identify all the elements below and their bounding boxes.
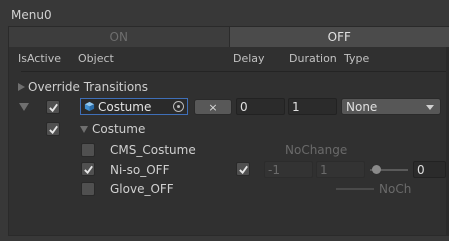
check-icon — [83, 165, 93, 174]
remove-entry-button[interactable]: × — [194, 99, 232, 115]
child-foldout[interactable]: Costume — [80, 122, 145, 136]
child-value-field[interactable]: 0 — [413, 161, 446, 178]
child-foldout-label: Costume — [92, 122, 146, 136]
child-name: CMS_Costume — [110, 143, 196, 157]
object-field[interactable]: Costume — [80, 98, 188, 115]
header-divider — [21, 71, 448, 72]
transition-list: IsActive Object Delay Duration Type Over… — [9, 47, 449, 235]
override-transitions-label: Override Transitions — [28, 80, 149, 94]
child-status: NoCh — [379, 182, 412, 196]
child-name: Ni-so_OFF — [110, 163, 170, 177]
delay-field[interactable]: 0 — [236, 98, 285, 115]
header-duration: Duration — [289, 52, 337, 65]
entry-foldout-arrow-icon[interactable] — [19, 103, 29, 111]
chevron-right-icon — [18, 83, 25, 91]
check-icon — [48, 103, 58, 112]
check-icon — [238, 165, 248, 174]
child-checkbox-cms-costume[interactable] — [81, 143, 95, 157]
header-delay: Delay — [233, 52, 265, 65]
child-max-field[interactable]: 1 — [316, 161, 365, 178]
gameobject-cube-icon — [84, 101, 95, 112]
override-transitions-foldout[interactable]: Override Transitions — [18, 80, 148, 94]
duration-field[interactable]: 1 — [288, 98, 337, 115]
header-type: Type — [344, 52, 370, 65]
child-min-field[interactable]: -1 — [264, 161, 313, 178]
panel-title: Menu0 — [11, 8, 52, 22]
header-is-active: IsActive — [18, 52, 62, 65]
type-dropdown-value: None — [346, 99, 378, 114]
child-slider-handle[interactable] — [372, 165, 381, 174]
tab-bar: ON OFF — [9, 27, 449, 47]
child-toggle-checkbox[interactable] — [236, 162, 250, 176]
child-name: Glove_OFF — [110, 182, 174, 196]
type-dropdown[interactable]: None — [341, 98, 441, 115]
tab-on[interactable]: ON — [9, 27, 230, 47]
check-icon — [48, 125, 58, 134]
chevron-down-icon — [80, 125, 88, 133]
child-slider-track-disabled — [336, 188, 374, 190]
header-object: Object — [78, 52, 114, 65]
tab-off[interactable]: OFF — [229, 27, 449, 47]
object-picker-icon[interactable] — [173, 101, 184, 112]
entry-active-checkbox[interactable] — [46, 100, 60, 114]
child-checkbox-glove-off[interactable] — [81, 182, 95, 196]
child-active-checkbox[interactable] — [46, 122, 60, 136]
child-checkbox-ni-so-off[interactable] — [81, 162, 95, 176]
child-status: NoChange — [285, 143, 348, 157]
chevron-down-icon — [426, 105, 434, 110]
object-name: Costume — [98, 99, 152, 114]
